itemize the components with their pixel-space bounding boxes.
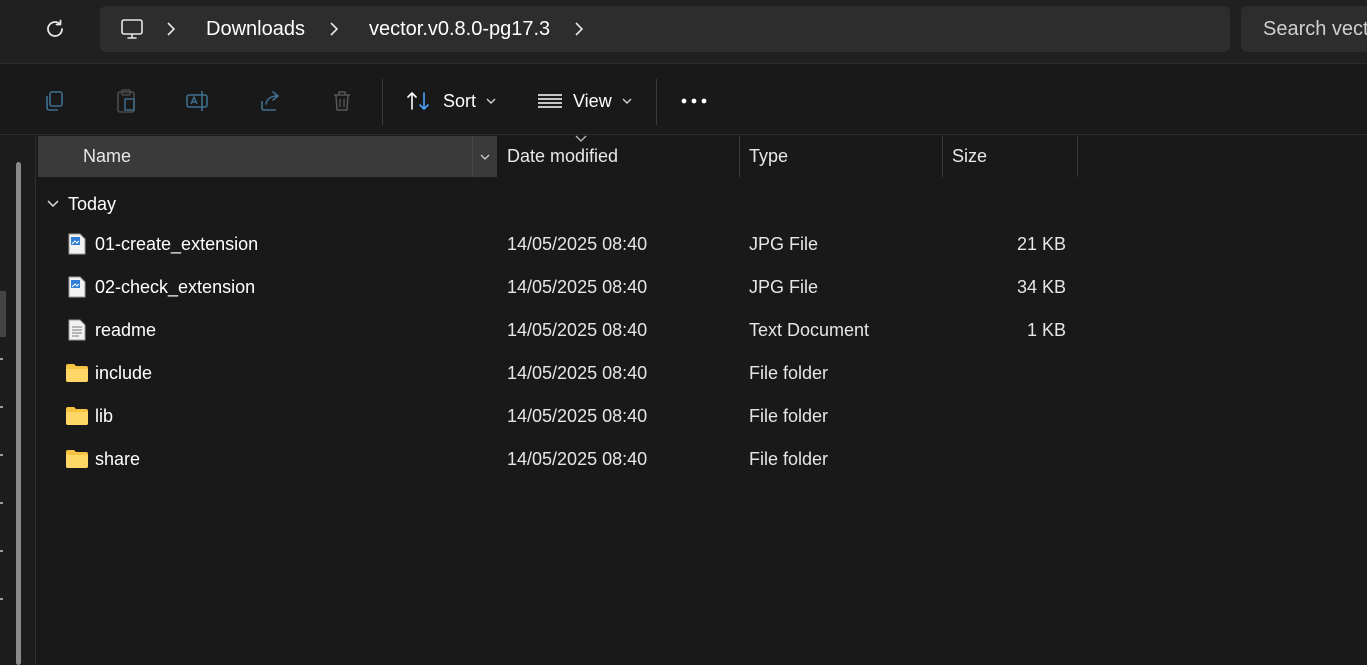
file-type: Text Document [749,320,870,340]
breadcrumb-downloads[interactable]: Downloads [198,18,313,41]
chevron-right-icon[interactable] [156,6,186,52]
file-name: lib [95,406,114,426]
view-icon [538,94,562,108]
more-icon [681,98,707,104]
file-row[interactable]: 02-check_extension 14/05/2025 08:40 JPG … [38,266,1078,309]
column-size-label: Size [952,146,988,166]
share-icon[interactable] [256,87,284,115]
computer-icon[interactable] [120,17,144,41]
column-header-row: Name Date modified Type Size [38,136,1078,177]
column-header-date-modified[interactable]: Date modified [497,136,740,177]
sort-label: Sort [443,90,477,111]
paste-icon[interactable] [112,87,140,115]
column-name-label: Name [83,146,132,166]
address-bar-row: Downloads vector.v0.8.0-pg17.3 Search ve… [0,0,1367,64]
toolbar-divider [656,79,657,125]
more-options-button[interactable] [680,83,708,119]
text-file-icon [65,318,89,342]
file-type: File folder [749,363,829,383]
delete-icon[interactable] [328,87,356,115]
file-row[interactable]: readme 14/05/2025 08:40 Text Document 1 … [38,309,1078,352]
file-size: 21 KB [1016,234,1066,254]
chevron-right-icon[interactable] [564,6,594,52]
folder-icon [65,404,89,428]
chevron-down-icon [480,154,490,160]
column-header-type[interactable]: Type [740,136,943,177]
file-row[interactable]: share 14/05/2025 08:40 File folder [38,438,1078,481]
nav-item-marker [0,406,3,408]
file-name: share [95,449,141,469]
image-file-icon [65,232,89,256]
file-type: File folder [749,406,829,426]
column-name-dropdown[interactable] [472,136,497,177]
file-name: readme [95,320,157,340]
address-bar[interactable]: Downloads vector.v0.8.0-pg17.3 [100,6,1230,52]
chevron-right-icon[interactable] [319,6,349,52]
group-label: Today [68,193,117,214]
file-size: 1 KB [1026,320,1066,340]
rename-icon[interactable] [184,87,212,115]
refresh-button[interactable] [36,11,74,47]
nav-selection-indicator [0,291,6,337]
file-date: 14/05/2025 08:40 [507,320,648,340]
chevron-down-icon [622,98,632,104]
file-date: 14/05/2025 08:40 [507,406,648,426]
column-type-label: Type [749,146,789,166]
file-type: JPG File [749,234,819,254]
file-row[interactable]: include 14/05/2025 08:40 File folder [38,352,1078,395]
toolbar-divider [382,79,383,125]
nav-item-marker [0,502,3,504]
column-header-name[interactable]: Name [38,136,496,177]
column-header-size[interactable]: Size [943,136,1078,177]
breadcrumb-current-folder[interactable]: vector.v0.8.0-pg17.3 [361,18,558,41]
file-row[interactable]: 01-create_extension 14/05/2025 08:40 JPG… [38,223,1078,266]
folder-icon [65,361,89,385]
nav-item-marker [0,550,3,552]
folder-icon [65,447,89,471]
file-row[interactable]: lib 14/05/2025 08:40 File folder [38,395,1078,438]
sort-icon [407,92,429,110]
file-type: JPG File [749,277,819,297]
nav-item-marker [0,358,3,360]
nav-item-marker [0,598,3,600]
refresh-icon [47,19,63,37]
group-header-today[interactable]: Today [46,190,116,218]
view-button[interactable]: View [537,83,632,119]
navigation-pane[interactable] [0,136,36,665]
file-date: 14/05/2025 08:40 [507,234,648,254]
nav-scrollbar[interactable] [16,162,21,665]
file-date: 14/05/2025 08:40 [507,363,648,383]
view-label: View [573,90,612,111]
file-name: 01-create_extension [95,234,259,254]
chevron-down-icon[interactable] [46,199,60,209]
sort-button[interactable]: Sort [405,83,496,119]
file-size: 34 KB [1016,277,1066,297]
command-bar: Sort View [0,65,1367,135]
image-file-icon [65,275,89,299]
search-input[interactable]: Search vect [1241,6,1367,52]
chevron-down-icon [486,98,496,104]
file-name: 02-check_extension [95,277,256,297]
file-type: File folder [749,449,829,469]
file-date: 14/05/2025 08:40 [507,277,648,297]
column-date-label: Date modified [507,146,619,166]
file-date: 14/05/2025 08:40 [507,449,648,469]
nav-item-marker [0,454,3,456]
file-name: include [95,363,153,383]
copy-icon[interactable] [40,87,68,115]
